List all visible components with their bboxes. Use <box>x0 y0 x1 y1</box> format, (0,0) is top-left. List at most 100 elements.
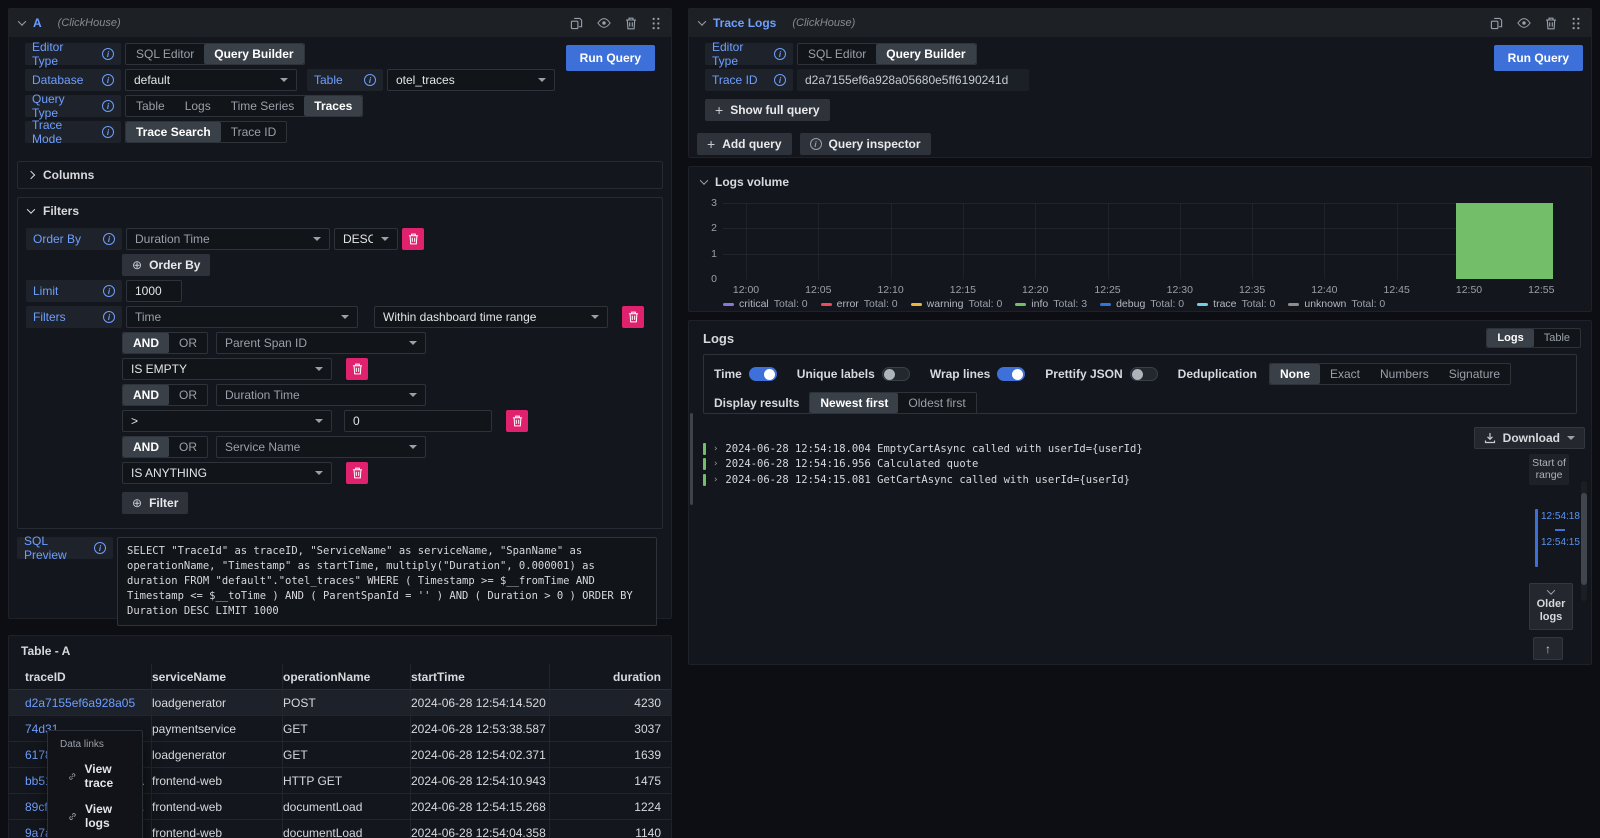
display-results-switch-newest-first[interactable]: Newest first <box>810 393 898 413</box>
columns-section-header[interactable]: Columns <box>18 162 662 188</box>
dedup-option-numbers[interactable]: Numbers <box>1370 364 1439 384</box>
expand-log-icon[interactable]: › <box>713 444 718 454</box>
condition-1-operator-select[interactable]: > <box>122 410 332 432</box>
eye-icon[interactable] <box>597 17 611 29</box>
filters-section-header[interactable]: Filters <box>18 198 662 224</box>
order-by-field-select[interactable]: Duration Time <box>126 228 330 250</box>
condition-2-bool-and[interactable]: AND <box>123 437 169 457</box>
drag-handle-icon[interactable] <box>651 17 661 30</box>
query-type-switch-table[interactable]: Table <box>126 96 175 116</box>
legend-item-info[interactable]: infoTotal: 3 <box>1015 298 1087 310</box>
table-row[interactable]: d2a7155ef6a928a05loadgeneratorPOST2024-0… <box>9 690 671 716</box>
editor-type-switch-sql-editor[interactable]: SQL Editor <box>126 44 204 64</box>
info-icon[interactable] <box>103 285 115 297</box>
condition-0-bool-or[interactable]: OR <box>169 333 207 353</box>
info-icon[interactable] <box>774 74 786 86</box>
condition-0-operator-select[interactable]: IS EMPTY <box>122 358 332 380</box>
editor-type-switch-sql-editor[interactable]: SQL Editor <box>798 44 876 64</box>
scroll-indicator[interactable] <box>690 413 693 505</box>
legend-item-debug[interactable]: debugTotal: 0 <box>1100 298 1184 310</box>
column-header-operationname[interactable]: operationName <box>283 664 411 690</box>
dedup-option-exact[interactable]: Exact <box>1320 364 1370 384</box>
log-row[interactable]: ›2024-06-28 12:54:16.956 Calculated quot… <box>703 457 1511 473</box>
add-order-by-button[interactable]: Order By <box>122 254 210 276</box>
time-range-select[interactable]: Within dashboard time range <box>374 306 608 328</box>
drag-handle-icon[interactable] <box>1571 17 1581 30</box>
column-header-servicename[interactable]: serviceName <box>152 664 283 690</box>
show-full-query-button[interactable]: Show full query <box>705 99 830 121</box>
eye-icon[interactable] <box>1517 17 1531 29</box>
condition-1-remove-button[interactable] <box>506 410 528 432</box>
logs-scrollbar-thumb[interactable] <box>1581 493 1587 585</box>
query-inspector-button[interactable]: Query inspector <box>800 133 931 155</box>
condition-0-field-select[interactable]: Parent Span ID <box>216 332 426 354</box>
trace-mode-switch-trace-id[interactable]: Trace ID <box>221 122 287 142</box>
expand-log-icon[interactable]: › <box>713 475 718 485</box>
chevron-down-icon[interactable] <box>700 176 708 184</box>
remove-time-filter-button[interactable] <box>622 306 644 328</box>
unique-labels-toggle[interactable] <box>882 367 910 381</box>
legend-item-trace[interactable]: traceTotal: 0 <box>1197 298 1275 310</box>
trace-mode-switch-trace-search[interactable]: Trace Search <box>126 122 221 142</box>
condition-1-bool-or[interactable]: OR <box>169 385 207 405</box>
condition-1-bool-and[interactable]: AND <box>123 385 169 405</box>
editor-type-switch-query-builder[interactable]: Query Builder <box>876 44 975 64</box>
query-type-switch-traces[interactable]: Traces <box>304 96 362 116</box>
limit-input[interactable]: 1000 <box>126 280 182 302</box>
run-query-button[interactable]: Run Query <box>1494 45 1583 71</box>
minimap-range-bar[interactable] <box>1535 509 1538 567</box>
add-query-button[interactable]: Add query <box>697 133 792 155</box>
info-icon[interactable] <box>102 48 114 60</box>
condition-2-remove-button[interactable] <box>346 462 368 484</box>
column-header-traceid[interactable]: traceID <box>25 664 152 690</box>
info-icon[interactable] <box>364 74 376 86</box>
trash-icon[interactable] <box>1545 17 1557 30</box>
dedup-option-signature[interactable]: Signature <box>1439 364 1510 384</box>
condition-2-bool-or[interactable]: OR <box>169 437 207 457</box>
wrap-lines-toggle[interactable] <box>997 367 1025 381</box>
order-by-direction-select[interactable]: DESC <box>334 228 398 250</box>
condition-2-operator-select[interactable]: IS ANYTHING <box>122 462 332 484</box>
legend-item-error[interactable]: errorTotal: 0 <box>821 298 898 310</box>
query-type-switch-logs[interactable]: Logs <box>175 96 221 116</box>
collapse-chevron-icon[interactable] <box>698 17 706 25</box>
editor-type-switch-query-builder[interactable]: Query Builder <box>204 44 303 64</box>
dedup-option-none[interactable]: None <box>1270 364 1320 384</box>
condition-0-bool-and[interactable]: AND <box>123 333 169 353</box>
time-field-select[interactable]: Time <box>126 306 358 328</box>
condition-1-field-select[interactable]: Duration Time <box>216 384 426 406</box>
legend-item-warning[interactable]: warningTotal: 0 <box>911 298 1003 310</box>
view-logs-menu-item[interactable]: View logs <box>48 796 142 836</box>
logs-view-toggle-table[interactable]: Table <box>1534 329 1580 347</box>
legend-item-critical[interactable]: criticalTotal: 0 <box>723 298 808 310</box>
logs-volume-chart[interactable] <box>723 203 1553 279</box>
column-header-duration[interactable]: duration <box>550 664 671 690</box>
trace-id-link[interactable]: d2a7155ef6a928a05 <box>25 690 152 716</box>
remove-order-by-button[interactable] <box>402 228 424 250</box>
older-logs-button[interactable]: Older logs <box>1529 583 1573 630</box>
info-icon[interactable] <box>774 48 786 60</box>
info-icon[interactable] <box>102 100 114 112</box>
log-row[interactable]: ›2024-06-28 12:54:18.004 EmptyCartAsync … <box>703 441 1511 457</box>
condition-1-value-input[interactable]: 0 <box>344 410 492 432</box>
info-icon[interactable] <box>102 74 114 86</box>
display-results-switch-oldest-first[interactable]: Oldest first <box>898 393 975 413</box>
prettify-json-toggle[interactable] <box>1130 367 1158 381</box>
log-row[interactable]: ›2024-06-28 12:54:15.081 GetCartAsync ca… <box>703 472 1511 488</box>
query-type-switch-time-series[interactable]: Time Series <box>221 96 305 116</box>
trace-logs-title[interactable]: Trace Logs <box>713 16 776 30</box>
duplicate-icon[interactable] <box>1490 17 1503 30</box>
collapse-chevron-icon[interactable] <box>18 17 26 25</box>
database-select[interactable]: default <box>125 69 297 91</box>
time-toggle[interactable] <box>749 367 777 381</box>
table-select[interactable]: otel_traces <box>387 69 555 91</box>
scroll-to-top-button[interactable] <box>1533 637 1563 660</box>
query-ref-title[interactable]: A <box>33 16 42 30</box>
column-header-starttime[interactable]: startTime <box>411 664 550 690</box>
expand-log-icon[interactable]: › <box>713 459 718 469</box>
minimap-time-label[interactable]: 12:54:18 <box>1541 511 1579 523</box>
info-icon[interactable] <box>94 542 106 554</box>
logs-view-toggle-logs[interactable]: Logs <box>1487 329 1533 347</box>
legend-item-unknown[interactable]: unknownTotal: 0 <box>1288 298 1385 310</box>
condition-0-remove-button[interactable] <box>346 358 368 380</box>
